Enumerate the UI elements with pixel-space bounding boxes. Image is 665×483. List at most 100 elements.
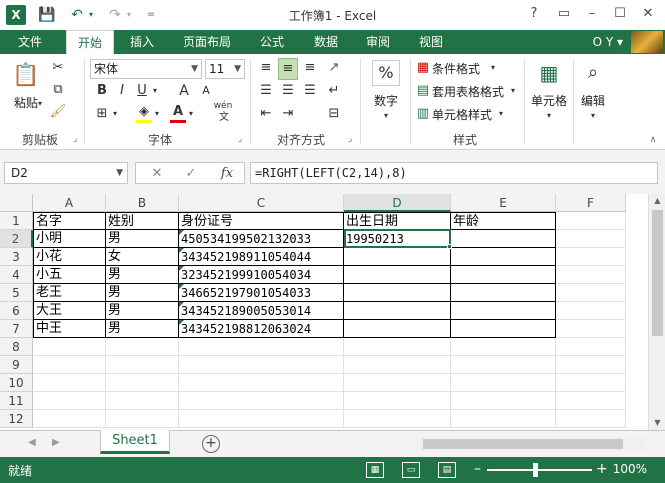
formula-input[interactable]: =RIGHT(LEFT(C2,14),8) (250, 162, 658, 184)
cell-a9[interactable] (33, 356, 106, 374)
align-middle-icon[interactable]: ≡ (278, 58, 298, 80)
cell-c4[interactable]: 323452199910054034 (179, 266, 344, 284)
underline-icon[interactable]: U (134, 81, 150, 101)
paste-dropdown-icon[interactable]: ▾ (34, 94, 46, 114)
cell-a3[interactable]: 小花 (33, 248, 106, 266)
paste-icon[interactable]: 📋 (12, 62, 40, 90)
orientation-icon[interactable]: ↗ (324, 58, 344, 78)
cell-b2[interactable]: 男 (106, 230, 179, 248)
row-header-5[interactable]: 5 (0, 284, 33, 302)
align-bottom-icon[interactable]: ≡ (300, 58, 320, 78)
cell-e12[interactable] (451, 410, 556, 428)
copy-icon[interactable]: ⧉ (48, 80, 68, 100)
cell-d3[interactable] (344, 248, 451, 266)
align-top-icon[interactable]: ≡ (256, 58, 276, 78)
fill-dropdown-icon[interactable]: ▾ (152, 104, 162, 124)
column-header-a[interactable]: A (33, 194, 106, 212)
merge-center-icon[interactable]: ⊟ (324, 104, 344, 124)
cell-f4[interactable] (556, 266, 626, 284)
tab-data[interactable]: 数据 (302, 30, 350, 54)
cell-f6[interactable] (556, 302, 626, 320)
scroll-up-icon[interactable]: ▲ (649, 194, 665, 208)
increase-indent-icon[interactable]: ⇥ (278, 104, 298, 124)
next-sheet-icon[interactable]: ▶ (52, 437, 60, 448)
page-break-view-icon[interactable]: ▤ (438, 462, 456, 478)
vertical-scrollbar[interactable]: ▲ ▼ (648, 194, 665, 430)
cell-a1[interactable]: 名字 (33, 212, 106, 230)
row-header-1[interactable]: 1 (0, 212, 33, 230)
user-account[interactable]: O Y ▾ (593, 30, 623, 54)
tab-home[interactable]: 开始 (66, 30, 114, 54)
font-name-combo[interactable]: 宋体 ▼ (90, 59, 202, 79)
column-header-d[interactable]: D (344, 194, 451, 212)
table-dropdown-icon[interactable]: ▾ (508, 81, 518, 101)
avatar[interactable] (631, 31, 663, 53)
align-left-icon[interactable]: ☰ (256, 81, 276, 101)
conditional-dropdown-icon[interactable]: ▾ (488, 58, 498, 78)
tab-file[interactable]: 文件 (0, 30, 60, 54)
format-table-icon[interactable]: ▤ (414, 81, 432, 101)
zoom-in-icon[interactable]: + (596, 461, 608, 477)
cell-b5[interactable]: 男 (106, 284, 179, 302)
cell-c7[interactable]: 343452198812063024 (179, 320, 344, 338)
horizontal-scroll-thumb[interactable] (423, 439, 623, 449)
cell-d1[interactable]: 出生日期 (344, 212, 451, 230)
cell-b10[interactable] (106, 374, 179, 392)
wrap-text-icon[interactable]: ↵ (324, 81, 344, 101)
cell-a10[interactable] (33, 374, 106, 392)
font-launcher-icon[interactable]: ⌟ (238, 134, 242, 144)
page-layout-view-icon[interactable]: ▭ (402, 462, 420, 478)
cell-e2[interactable] (451, 230, 556, 248)
cell-a11[interactable] (33, 392, 106, 410)
cell-a4[interactable]: 小五 (33, 266, 106, 284)
row-header-6[interactable]: 6 (0, 302, 33, 320)
cell-a5[interactable]: 老王 (33, 284, 106, 302)
phonetic-icon[interactable]: wén (212, 100, 234, 112)
cell-a2[interactable]: 小明 (33, 230, 106, 248)
cut-icon[interactable]: ✂ (48, 58, 68, 78)
cell-f1[interactable] (556, 212, 626, 230)
cell-styles-dropdown-icon[interactable]: ▾ (496, 104, 506, 124)
tab-insert[interactable]: 插入 (118, 30, 166, 54)
cell-e7[interactable] (451, 320, 556, 338)
cell-f3[interactable] (556, 248, 626, 266)
cell-e4[interactable] (451, 266, 556, 284)
cell-f11[interactable] (556, 392, 626, 410)
phonetic-char-icon[interactable]: 文 (216, 112, 232, 124)
conditional-format-button[interactable]: 条件格式 (432, 60, 512, 77)
cell-d6[interactable] (344, 302, 451, 320)
bold-icon[interactable]: B (94, 81, 110, 101)
zoom-out-icon[interactable]: – (474, 461, 481, 477)
cell-b11[interactable] (106, 392, 179, 410)
column-header-f[interactable]: F (556, 194, 626, 212)
cell-f8[interactable] (556, 338, 626, 356)
cell-e10[interactable] (451, 374, 556, 392)
cell-c10[interactable] (179, 374, 344, 392)
cell-b3[interactable]: 女 (106, 248, 179, 266)
column-header-c[interactable]: C (179, 194, 344, 212)
underline-dropdown-icon[interactable]: ▾ (150, 81, 160, 101)
cell-d8[interactable] (344, 338, 451, 356)
row-header-7[interactable]: 7 (0, 320, 33, 338)
column-header-e[interactable]: E (451, 194, 556, 212)
cells-dropdown-icon[interactable]: ▾ (543, 106, 555, 126)
minimize-button[interactable]: – (580, 4, 604, 24)
font-size-combo[interactable]: 11 ▼ (205, 59, 245, 79)
font-color-dropdown-icon[interactable]: ▾ (186, 104, 196, 124)
fill-handle[interactable] (447, 244, 452, 249)
font-color-icon[interactable]: A (170, 104, 186, 123)
horizontal-scrollbar[interactable] (415, 437, 645, 451)
name-box[interactable]: D2 ▼ (4, 162, 128, 184)
tab-page-layout[interactable]: 页面布局 (172, 30, 242, 54)
row-header-4[interactable]: 4 (0, 266, 33, 284)
cell-e9[interactable] (451, 356, 556, 374)
cell-f7[interactable] (556, 320, 626, 338)
borders-icon[interactable]: ⊞ (94, 104, 110, 124)
italic-icon[interactable]: I (114, 81, 130, 101)
cell-b8[interactable] (106, 338, 179, 356)
editing-dropdown-icon[interactable]: ▾ (587, 106, 599, 126)
cell-e8[interactable] (451, 338, 556, 356)
cell-d10[interactable] (344, 374, 451, 392)
cell-e1[interactable]: 年龄 (451, 212, 556, 230)
cell-b12[interactable] (106, 410, 179, 428)
